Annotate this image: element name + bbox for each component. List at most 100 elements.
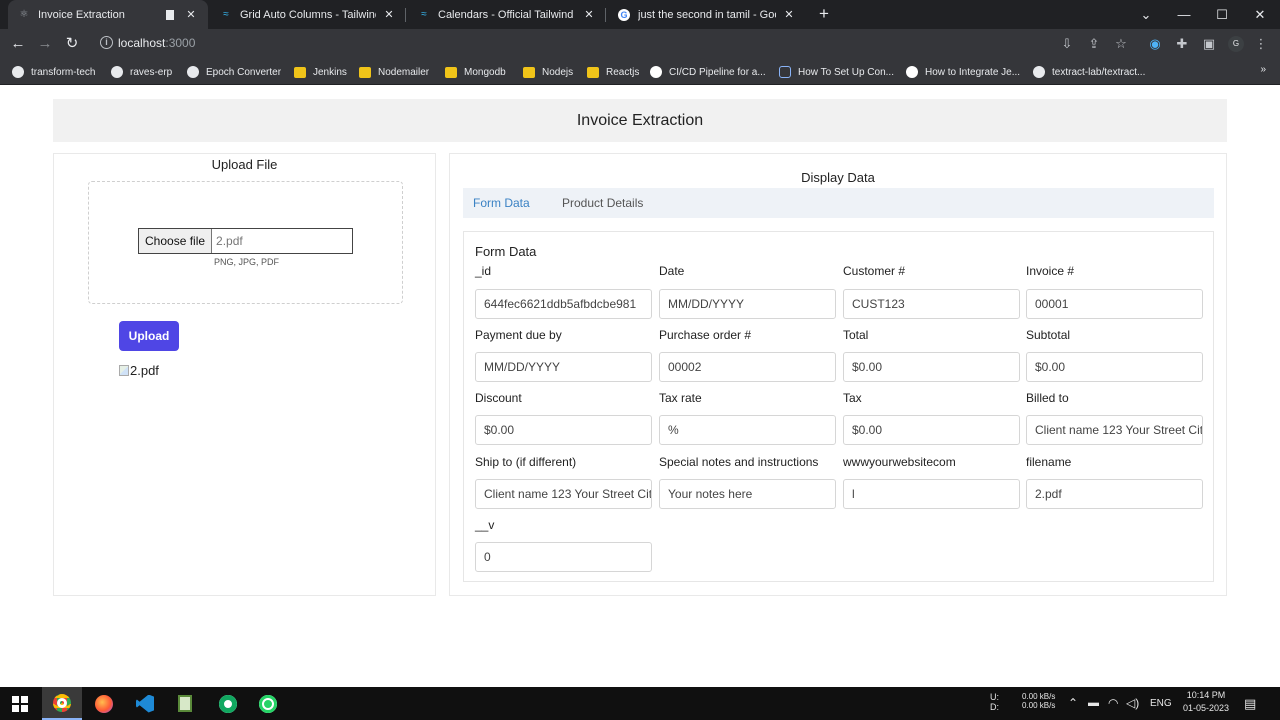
field-label-version: __v <box>475 518 495 532</box>
epoch-icon <box>187 66 199 78</box>
bookmark-label: CI/CD Pipeline for a... <box>669 66 766 78</box>
bookmark-raves-erp[interactable]: raves-erp <box>111 64 172 80</box>
field-label-special-notes: Special notes and instructions <box>659 455 819 469</box>
upload-button[interactable]: Upload <box>119 321 179 351</box>
bookmark-reactjs[interactable]: Reactjs <box>587 64 639 80</box>
back-arrow-icon[interactable]: ← <box>8 34 28 54</box>
folder-icon <box>359 66 371 78</box>
github-icon <box>111 66 123 78</box>
field-input-customer[interactable]: CUST123 <box>843 289 1020 319</box>
bookmark-nodemailer[interactable]: Nodemailer <box>359 64 429 80</box>
choose-file-button[interactable]: Choose file <box>139 229 213 253</box>
tab-search-chevron-icon[interactable]: ⌄ <box>1127 0 1165 29</box>
minimize-icon[interactable]: — <box>1165 0 1203 29</box>
bookmark-how-to-set-up[interactable]: How To Set Up Con... <box>779 64 894 80</box>
file-preview-image: 2.pdf <box>119 363 159 378</box>
window-close-icon[interactable]: ✕ <box>1241 0 1279 29</box>
field-input-tax[interactable]: $0.00 <box>843 415 1020 445</box>
field-label-purchase-order: Purchase order # <box>659 328 752 342</box>
field-input-website[interactable]: l <box>843 479 1020 509</box>
vscode-taskbar-icon[interactable] <box>125 687 165 720</box>
upload-dropzone[interactable]: Choose file 2.pdf PNG, JPG, PDF <box>88 181 403 304</box>
tab-separator <box>405 8 406 22</box>
field-input-version[interactable]: 0 <box>475 542 652 572</box>
tab-form-data[interactable]: Form Data <box>473 188 530 218</box>
net-down-speed: 0.00 kB/s <box>1022 701 1056 710</box>
extensions-puzzle-icon[interactable]: ✚ <box>1172 34 1192 54</box>
windows-start-icon[interactable] <box>0 687 40 720</box>
new-tab-button[interactable]: + <box>814 4 834 24</box>
chrome-taskbar-icon[interactable] <box>42 687 82 720</box>
bookmark-cicd-pipeline[interactable]: CI/CD Pipeline for a... <box>650 64 766 80</box>
notifications-icon[interactable]: ▤ <box>1244 696 1256 720</box>
file-input[interactable]: Choose file 2.pdf <box>138 228 353 254</box>
reload-icon[interactable]: ↻ <box>62 34 82 54</box>
bookmark-how-to-integrate[interactable]: How to Integrate Je... <box>906 64 1020 80</box>
field-input-total[interactable]: $0.00 <box>843 352 1020 382</box>
tailwind-icon: ≈ <box>223 9 229 20</box>
upload-title: Upload File <box>211 157 278 172</box>
bookmark-textract-lab[interactable]: textract-lab/textract... <box>1033 64 1145 80</box>
notepad-taskbar-icon[interactable] <box>165 687 205 720</box>
bookmark-jenkins[interactable]: Jenkins <box>294 64 347 80</box>
field-label-filename: filename <box>1026 455 1072 469</box>
more-bookmarks-icon[interactable]: » <box>1260 64 1266 75</box>
field-input-purchase-order[interactable]: 00002 <box>659 352 836 382</box>
site-info-icon[interactable]: i <box>100 36 113 49</box>
side-panel-icon[interactable]: ▣ <box>1199 34 1219 54</box>
field-input-id[interactable]: 644fec6621ddb5afbdcbe981 <box>475 289 652 319</box>
bookmark-epoch-converter[interactable]: Epoch Converter <box>187 64 281 80</box>
field-input-date[interactable]: MM/DD/YYYY <box>659 289 836 319</box>
share-icon[interactable]: ⇪ <box>1084 34 1104 54</box>
battery-icon[interactable]: ▬ <box>1088 697 1099 720</box>
field-input-invoice[interactable]: 00001 <box>1026 289 1203 319</box>
tab-title: Calendars - Official Tailwind CSS <box>438 8 576 21</box>
address-url: localhost:3000 <box>118 36 195 50</box>
clock[interactable]: 10:14 PM 01-05-2023 <box>1180 690 1232 720</box>
browser-tab-grid-auto-columns[interactable]: ≈ Grid Auto Columns - Tailwind CSS ✕ <box>210 0 406 29</box>
field-input-special-notes[interactable]: Your notes here <box>659 479 836 509</box>
bookmark-transform-tech[interactable]: transform-tech <box>12 64 95 80</box>
net-speed-meter: 0.00 kB/s 0.00 kB/s <box>1022 692 1055 720</box>
language-indicator[interactable]: ENG <box>1150 698 1172 720</box>
app-green-taskbar-icon[interactable] <box>208 687 248 720</box>
firefox-taskbar-icon[interactable] <box>84 687 124 720</box>
field-input-tax-rate[interactable]: % <box>659 415 836 445</box>
menu-kebab-icon[interactable]: ⋮ <box>1251 34 1271 54</box>
tab-product-details[interactable]: Product Details <box>562 188 643 218</box>
maximize-icon[interactable]: ☐ <box>1203 0 1241 29</box>
react-icon: ⚛ <box>19 9 29 20</box>
field-input-filename[interactable]: 2.pdf <box>1026 479 1203 509</box>
close-icon[interactable]: ✕ <box>184 8 198 21</box>
field-input-discount[interactable]: $0.00 <box>475 415 652 445</box>
field-label-tax-rate: Tax rate <box>659 391 702 405</box>
forward-arrow-icon[interactable]: → <box>35 34 55 54</box>
bookmark-mongodb[interactable]: Mongodb <box>445 64 506 80</box>
wifi-icon[interactable]: ◠ <box>1108 696 1118 720</box>
bookmark-nodejs[interactable]: Nodejs <box>523 64 573 80</box>
volume-icon[interactable]: ◁) <box>1126 696 1139 720</box>
field-input-subtotal[interactable]: $0.00 <box>1026 352 1203 382</box>
field-input-billed-to[interactable]: Client name 123 Your Street Cit <box>1026 415 1203 445</box>
upload-panel: Upload File Choose file 2.pdf PNG, JPG, … <box>53 153 436 596</box>
field-input-ship-to[interactable]: Client name 123 Your Street Cit <box>475 479 652 509</box>
browser-tab-calendars[interactable]: ≈ Calendars - Official Tailwind CSS ✕ <box>408 0 606 29</box>
extension-globe-icon[interactable]: ◉ <box>1145 34 1165 54</box>
field-input-payment-due[interactable]: MM/DD/YYYY <box>475 352 652 382</box>
field-label-total: Total <box>843 328 869 342</box>
profile-avatar[interactable]: G <box>1228 36 1244 52</box>
google-icon: G <box>618 8 630 21</box>
windows-taskbar: U: D: 0.00 kB/s 0.00 kB/s ⌃ ▬ ◠ ◁) ENG 1… <box>0 687 1280 720</box>
browser-tab-invoice-extraction[interactable]: ⚛ Invoice Extraction ✕ <box>8 0 208 29</box>
tray-chevron-icon[interactable]: ⌃ <box>1068 696 1078 720</box>
close-icon[interactable]: ✕ <box>582 8 596 21</box>
whatsapp-taskbar-icon[interactable] <box>248 687 288 720</box>
address-bar[interactable]: i localhost:3000 <box>90 32 1140 55</box>
browser-toolbar: ← → ↻ i localhost:3000 ⇩ ⇪ ☆ ◉ ✚ ▣ G ⋮ <box>0 29 1280 58</box>
bookmark-star-icon[interactable]: ☆ <box>1111 34 1131 54</box>
install-app-icon[interactable]: ⇩ <box>1057 34 1077 54</box>
field-label-invoice: Invoice # <box>1026 264 1075 278</box>
browser-tab-google-search[interactable]: G just the second in tamil - Google ✕ <box>608 0 806 29</box>
close-icon[interactable]: ✕ <box>782 8 796 21</box>
close-icon[interactable]: ✕ <box>382 8 396 21</box>
